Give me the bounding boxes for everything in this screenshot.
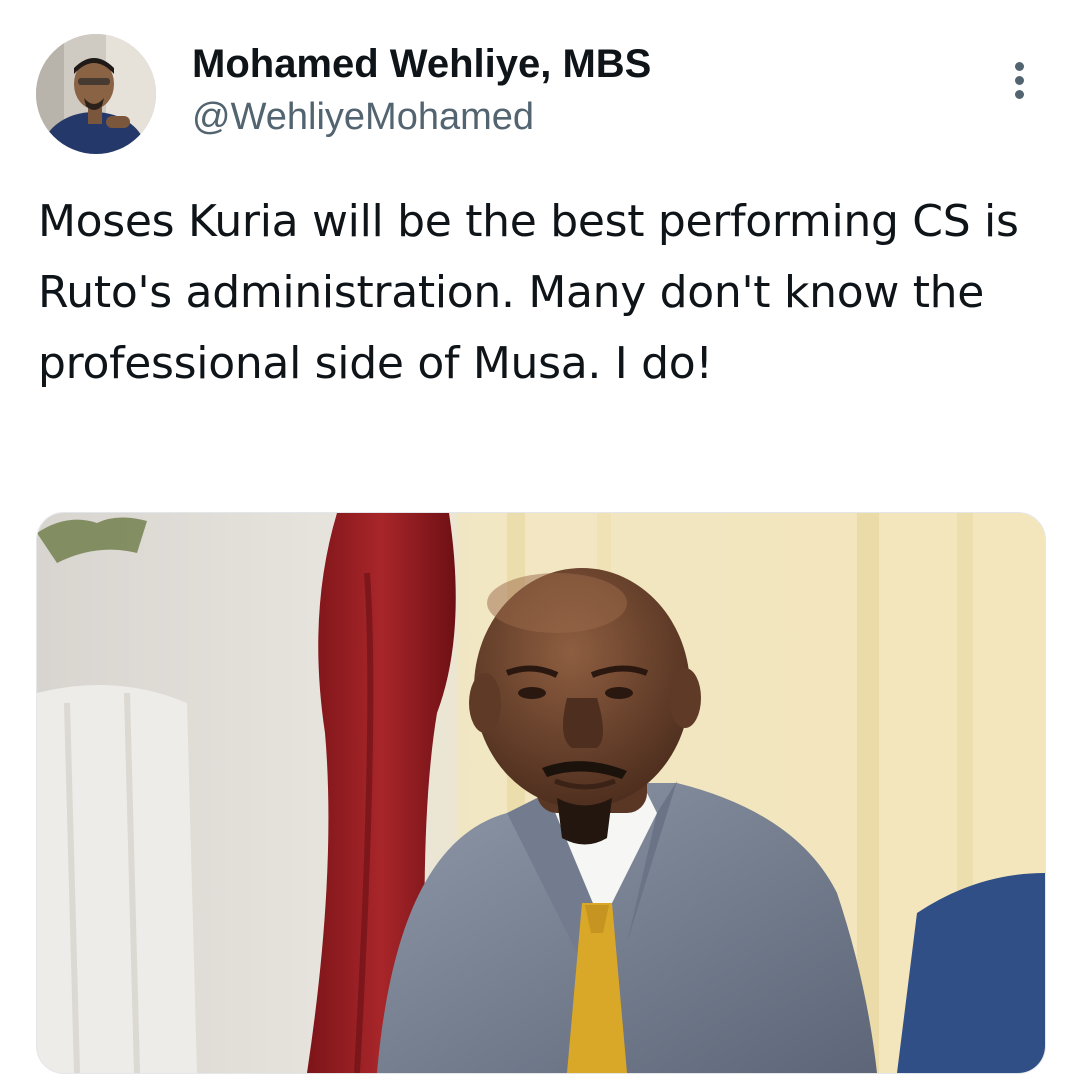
tweet-text: Moses Kuria will be the best performing … bbox=[38, 196, 1019, 389]
avatar-image bbox=[36, 34, 156, 154]
tweet-media-photo[interactable] bbox=[36, 512, 1046, 1074]
author-display-name[interactable]: Mohamed Wehliye, MBS bbox=[192, 40, 651, 88]
author-handle[interactable]: @WehliyeMohamed bbox=[192, 94, 534, 140]
more-vertical-icon-dot bbox=[1015, 90, 1024, 99]
author-avatar[interactable] bbox=[36, 34, 156, 154]
more-vertical-icon-dot bbox=[1015, 76, 1024, 85]
more-options-button[interactable] bbox=[1000, 56, 1040, 104]
more-vertical-icon bbox=[1015, 62, 1024, 71]
tweet-card: Mohamed Wehliye, MBS @WehliyeMohamed Mos… bbox=[0, 0, 1080, 1074]
photo-image bbox=[37, 513, 1045, 1073]
